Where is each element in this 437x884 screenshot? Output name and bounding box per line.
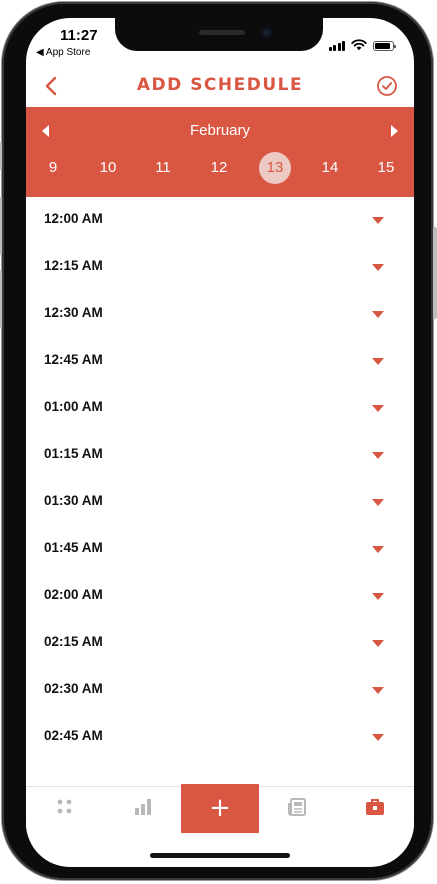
time-slot-label: 12:45 AM [44, 352, 103, 367]
tab-statistics[interactable] [132, 796, 154, 818]
volume-up-button [0, 197, 2, 255]
time-slot-row[interactable]: 12:00 AM [26, 197, 414, 244]
battery-icon [373, 41, 396, 51]
add-schedule-button[interactable]: + [181, 784, 259, 833]
caret-down-icon[interactable] [372, 593, 384, 600]
time-slot-label: 12:30 AM [44, 305, 103, 320]
screen: 11:27 ◀ App Store ADD SCHEDULE February … [26, 18, 414, 867]
day-strip: 9 10 11 12 13 14 15 [26, 151, 414, 187]
phone-frame: 11:27 ◀ App Store ADD SCHEDULE February … [0, 2, 437, 880]
tab-news[interactable] [286, 796, 308, 818]
day[interactable]: 9 [37, 152, 69, 184]
time-slot-row[interactable]: 02:00 AM [26, 573, 414, 620]
bar-chart-icon [135, 799, 151, 815]
date-picker: February 9 10 11 12 13 14 15 [26, 107, 414, 197]
tab-work[interactable] [364, 796, 386, 818]
caret-down-icon[interactable] [372, 546, 384, 553]
newspaper-icon [288, 798, 306, 816]
caret-down-icon[interactable] [372, 358, 384, 365]
month-label: February [189, 122, 251, 139]
caret-right-icon [391, 125, 398, 137]
time-slot-row[interactable]: 02:15 AM [26, 620, 414, 667]
time-slot-row[interactable]: 01:45 AM [26, 526, 414, 573]
day[interactable]: 12 [203, 152, 235, 184]
mute-switch [0, 142, 2, 170]
caret-down-icon[interactable] [372, 499, 384, 506]
next-month-button[interactable] [387, 123, 401, 139]
notch [115, 18, 323, 51]
caret-down-icon[interactable] [372, 405, 384, 412]
day[interactable]: 11 [147, 152, 179, 184]
header: ADD SCHEDULE [26, 69, 414, 103]
time-slot-row[interactable]: 01:15 AM [26, 432, 414, 479]
day[interactable]: 10 [92, 152, 124, 184]
time-slot-label: 01:15 AM [44, 446, 103, 461]
back-to-app-store-link[interactable]: ◀ App Store [36, 47, 90, 58]
time-slot-label: 02:45 AM [44, 728, 103, 743]
check-circle-icon [377, 76, 397, 96]
briefcase-icon [366, 799, 384, 815]
caret-down-icon[interactable] [372, 311, 384, 318]
time-slot-row[interactable]: 12:15 AM [26, 244, 414, 291]
day[interactable]: 15 [370, 152, 402, 184]
day[interactable]: 14 [314, 152, 346, 184]
grid-dots-icon [57, 799, 72, 814]
power-button [433, 227, 437, 319]
time-slot-list: 12:00 AM 12:15 AM 12:30 AM 12:45 AM 01:00 AM… [26, 197, 414, 761]
speaker [199, 30, 245, 35]
time-slot-label: 01:00 AM [44, 399, 103, 414]
time-slot-row[interactable]: 12:30 AM [26, 291, 414, 338]
caret-down-icon[interactable] [372, 734, 384, 741]
caret-down-icon[interactable] [372, 452, 384, 459]
page-title: ADD SCHEDULE [136, 75, 304, 95]
wifi-icon [351, 39, 367, 51]
volume-down-button [0, 270, 2, 328]
time-slot-label: 02:30 AM [44, 681, 103, 696]
time-slot-row[interactable]: 12:45 AM [26, 338, 414, 385]
time-slot-label: 02:15 AM [44, 634, 103, 649]
status-time: 11:27 [60, 27, 98, 44]
time-slot-row[interactable]: 02:30 AM [26, 667, 414, 714]
time-slot-row[interactable]: 02:45 AM [26, 714, 414, 761]
confirm-button[interactable] [374, 73, 400, 99]
caret-down-icon[interactable] [372, 640, 384, 647]
time-slot-label: 12:00 AM [44, 211, 103, 226]
tab-bar: + [26, 784, 414, 837]
status-icons [328, 39, 396, 51]
day-selected[interactable]: 13 [259, 152, 291, 184]
front-camera [261, 27, 272, 38]
home-indicator [150, 853, 290, 858]
caret-down-icon[interactable] [372, 217, 384, 224]
time-slot-row[interactable]: 01:30 AM [26, 479, 414, 526]
caret-down-icon[interactable] [372, 264, 384, 271]
cellular-signal-icon [328, 40, 345, 51]
time-slot-label: 02:00 AM [44, 587, 103, 602]
tab-dashboard[interactable] [54, 796, 76, 818]
time-slot-row[interactable]: 01:00 AM [26, 385, 414, 432]
time-slot-label: 01:30 AM [44, 493, 103, 508]
time-slot-label: 01:45 AM [44, 540, 103, 555]
time-slot-label: 12:15 AM [44, 258, 103, 273]
caret-down-icon[interactable] [372, 687, 384, 694]
